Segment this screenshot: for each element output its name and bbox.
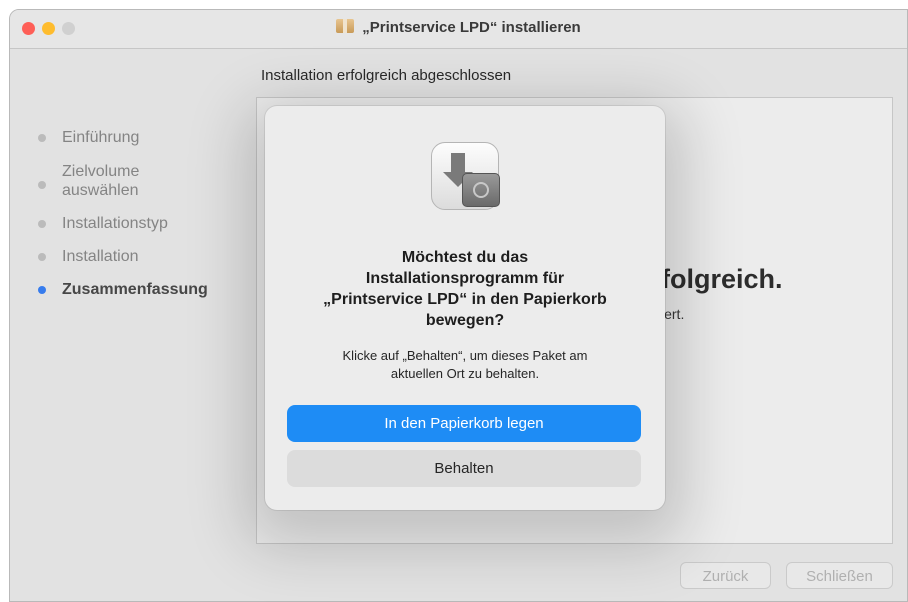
hard-disk-icon [462, 173, 500, 207]
dialog-message-line: aktuellen Ort zu behalten. [390, 366, 540, 381]
dialog-message-line: Klicke auf „Behalten“, um dieses Paket a… [342, 348, 588, 363]
keep-button[interactable]: Behalten [287, 450, 641, 487]
dialog-title-line: „Printservice LPD“ in den Papierkorb [323, 291, 607, 308]
move-to-trash-button[interactable]: In den Papierkorb legen [287, 405, 641, 442]
window-title-text: „Printservice LPD“ installieren [362, 19, 581, 36]
dialog-title: Möchtest du das Installationsprogramm fü… [285, 247, 645, 331]
move-to-trash-dialog: Möchtest du das Installationsprogramm fü… [265, 106, 665, 510]
window-title: „Printservice LPD“ installieren [10, 19, 907, 36]
download-arrow-stem [451, 153, 465, 173]
dialog-title-line: Installationsprogramm für [365, 270, 565, 287]
installer-package-icon [431, 142, 500, 210]
title-bar: „Printservice LPD“ installieren [10, 10, 907, 49]
package-icon [336, 19, 355, 33]
dialog-title-line: bewegen? [425, 312, 505, 329]
dialog-title-line: Möchtest du das [401, 249, 529, 266]
dialog-message: Klicke auf „Behalten“, um dieses Paket a… [305, 347, 625, 383]
